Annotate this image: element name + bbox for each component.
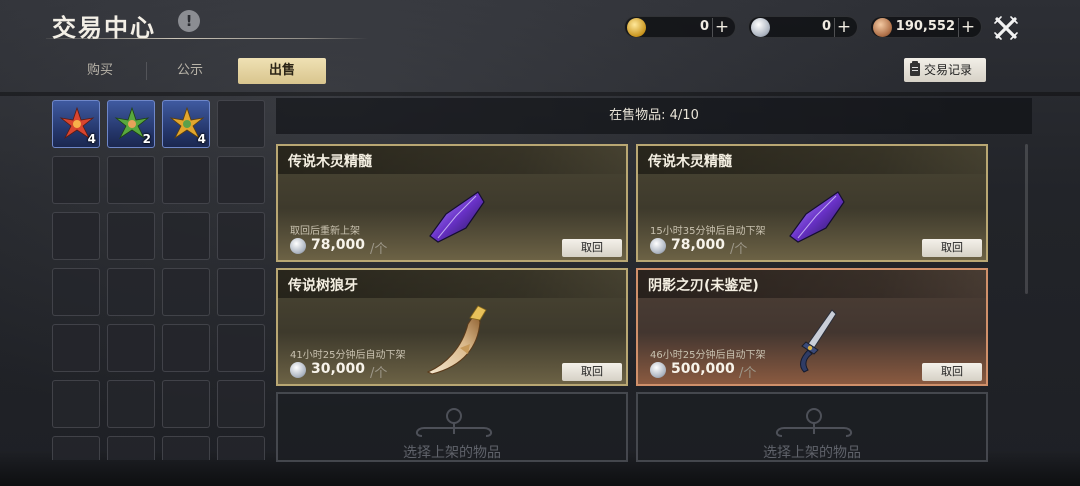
wolf-fang-icon bbox=[426, 305, 487, 375]
currency-amount: 190,552 bbox=[895, 19, 955, 34]
add-silver-button[interactable]: + bbox=[834, 18, 853, 37]
trade-history-label: 交易记录 bbox=[924, 63, 973, 77]
inventory-slot[interactable] bbox=[162, 380, 210, 428]
item-count: 4 bbox=[87, 132, 96, 146]
ornament-icon bbox=[416, 408, 492, 437]
inventory-slot[interactable] bbox=[217, 436, 265, 460]
inventory-slot[interactable]: 2 bbox=[107, 100, 155, 148]
silver-coin-icon bbox=[290, 362, 306, 378]
inventory-slot[interactable] bbox=[107, 436, 155, 460]
inventory-slot[interactable] bbox=[217, 156, 265, 204]
item-name: 阴影之刃(未鉴定) bbox=[648, 278, 759, 294]
silver-coin-icon bbox=[290, 238, 306, 254]
price-unit: /个 bbox=[739, 366, 757, 381]
inventory-slot[interactable] bbox=[162, 156, 210, 204]
item-name: 传说木灵精髓 bbox=[288, 154, 372, 170]
item-price: 78,000 bbox=[311, 237, 366, 253]
empty-listing-slot[interactable]: 选择上架的物品 bbox=[636, 392, 988, 462]
inventory-slot[interactable] bbox=[217, 212, 265, 260]
info-icon[interactable]: ! bbox=[178, 10, 200, 32]
bronze-coin-icon bbox=[873, 18, 892, 37]
inventory-slot[interactable] bbox=[162, 268, 210, 316]
inventory-slot[interactable] bbox=[52, 324, 100, 372]
inventory-slot[interactable] bbox=[107, 324, 155, 372]
inventory-slot[interactable] bbox=[217, 100, 265, 148]
price-unit: /个 bbox=[730, 242, 748, 257]
header-separator bbox=[0, 92, 1080, 96]
inventory-slot[interactable] bbox=[162, 212, 210, 260]
tab-sell[interactable]: 出售 bbox=[238, 58, 326, 84]
listing-count-header: 在售物品: 4/10 bbox=[276, 98, 1032, 134]
inventory-slot[interactable]: 4 bbox=[162, 100, 210, 148]
ornament-icon bbox=[776, 408, 852, 437]
inventory-grid: 4 2 4 bbox=[52, 100, 266, 460]
scrollbar[interactable] bbox=[1025, 144, 1028, 294]
item-name: 传说树狼牙 bbox=[288, 278, 358, 294]
inventory-slot[interactable] bbox=[107, 212, 155, 260]
empty-listing-slot[interactable]: 选择上架的物品 bbox=[276, 392, 628, 462]
retrieve-button[interactable]: 取回 bbox=[562, 363, 622, 381]
listing-card[interactable]: 传说木灵精髓 取回后重新上架 78,000 /个 取回 bbox=[276, 144, 628, 262]
currency-silver: 0 + bbox=[748, 16, 858, 38]
price-unit: /个 bbox=[370, 242, 388, 257]
empty-slot-label: 选择上架的物品 bbox=[763, 445, 861, 461]
listing-card[interactable]: 传说树狼牙 41小时25分钟后自动下架 30,000 /个 取回 bbox=[276, 268, 628, 386]
purple-crystal-icon bbox=[429, 191, 485, 243]
currency-amount: 0 bbox=[821, 19, 831, 34]
inventory-slot[interactable] bbox=[107, 268, 155, 316]
inventory-slot[interactable] bbox=[217, 268, 265, 316]
item-price: 30,000 bbox=[311, 361, 366, 377]
purple-crystal-icon bbox=[789, 191, 845, 243]
item-count: 4 bbox=[197, 132, 206, 146]
inventory-slot[interactable] bbox=[52, 156, 100, 204]
inventory-slot[interactable] bbox=[162, 436, 210, 460]
silver-coin-icon bbox=[650, 238, 666, 254]
tab-public[interactable]: 公示 bbox=[150, 58, 230, 84]
tab-divider bbox=[146, 62, 147, 80]
inventory-slot[interactable]: 4 bbox=[52, 100, 100, 148]
item-price: 78,000 bbox=[671, 237, 726, 253]
retrieve-button[interactable]: 取回 bbox=[922, 239, 982, 257]
currency-bronze: 190,552 + bbox=[870, 16, 982, 38]
shadow-blade-icon bbox=[800, 309, 837, 373]
inventory-slot[interactable] bbox=[217, 324, 265, 372]
clipboard-icon bbox=[910, 61, 920, 76]
gold-coin-icon bbox=[627, 18, 646, 37]
inventory-slot[interactable] bbox=[217, 380, 265, 428]
listing-status: 15小时35分钟后自动下架 bbox=[650, 226, 766, 237]
inventory-slot[interactable] bbox=[107, 156, 155, 204]
inventory-slot[interactable] bbox=[52, 268, 100, 316]
item-name: 传说木灵精髓 bbox=[648, 154, 732, 170]
price-unit: /个 bbox=[370, 366, 388, 381]
tab-buy[interactable]: 购买 bbox=[60, 58, 140, 84]
item-price: 500,000 bbox=[671, 361, 735, 377]
inventory-slot[interactable] bbox=[52, 380, 100, 428]
retrieve-button[interactable]: 取回 bbox=[922, 363, 982, 381]
currency-amount: 0 bbox=[699, 19, 709, 34]
trade-history-button[interactable]: 交易记录 bbox=[904, 58, 986, 82]
empty-slot-label: 选择上架的物品 bbox=[403, 445, 501, 461]
inventory-slot[interactable] bbox=[162, 324, 210, 372]
inventory-slot[interactable] bbox=[52, 212, 100, 260]
retrieve-button[interactable]: 取回 bbox=[562, 239, 622, 257]
title-underline bbox=[46, 38, 368, 39]
silver-coin-icon bbox=[751, 18, 770, 37]
silver-coin-icon bbox=[650, 362, 666, 378]
listing-card[interactable]: 阴影之刃(未鉴定) 46小时25分钟后自动下架 500,000 /个 取回 bbox=[636, 268, 988, 386]
add-bronze-button[interactable]: + bbox=[958, 18, 977, 37]
close-icon[interactable] bbox=[992, 14, 1020, 42]
inventory-slot[interactable] bbox=[52, 436, 100, 460]
item-count: 2 bbox=[142, 132, 151, 146]
listing-status: 取回后重新上架 bbox=[290, 226, 360, 237]
listing-status: 46小时25分钟后自动下架 bbox=[650, 350, 766, 361]
add-gold-button[interactable]: + bbox=[712, 18, 731, 37]
currency-gold: 0 + bbox=[624, 16, 736, 38]
inventory-slot[interactable] bbox=[107, 380, 155, 428]
listing-status: 41小时25分钟后自动下架 bbox=[290, 350, 406, 361]
listing-card[interactable]: 传说木灵精髓 15小时35分钟后自动下架 78,000 /个 取回 bbox=[636, 144, 988, 262]
